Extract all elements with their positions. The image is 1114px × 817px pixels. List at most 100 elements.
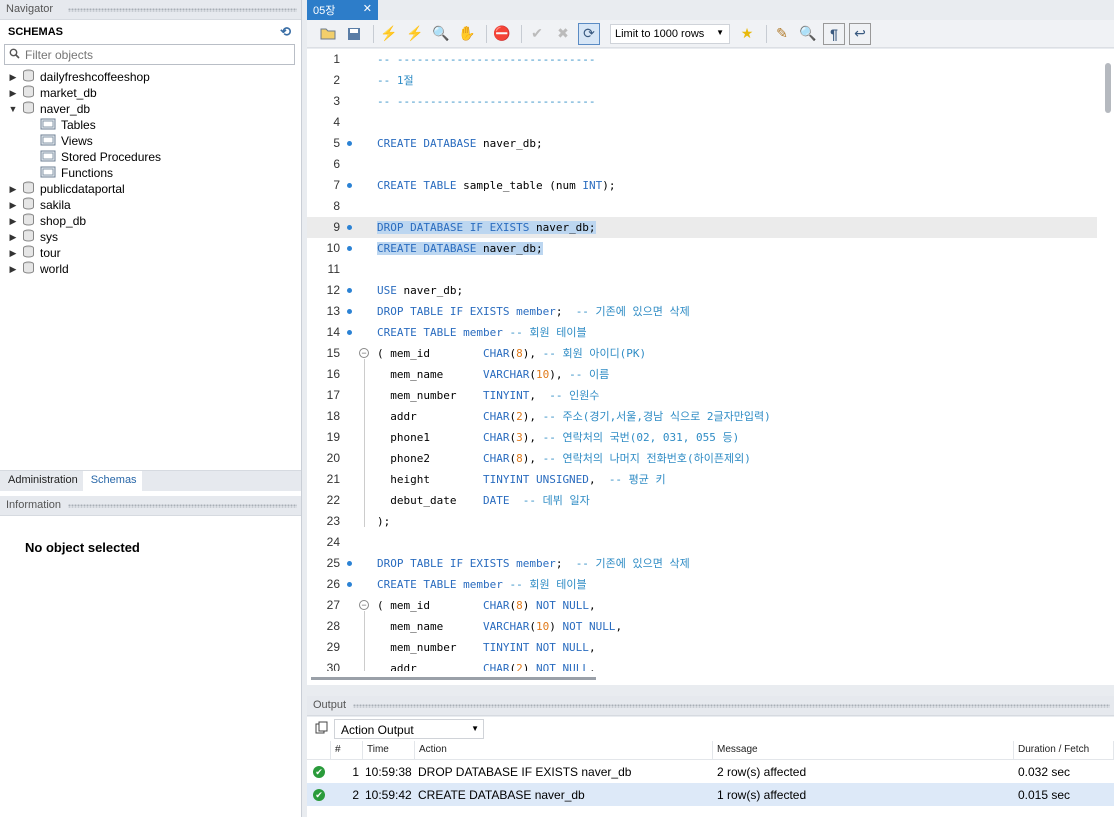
code-line[interactable]: 5 CREATE DATABASE naver_db; xyxy=(307,133,1097,154)
separator xyxy=(766,24,767,43)
code-line[interactable]: 25 DROP TABLE IF EXISTS member; -- 기존에 있으… xyxy=(307,553,1097,574)
code-line[interactable]: 19 phone1 CHAR(3), -- 연락처의 국번(02, 031, 0… xyxy=(307,427,1097,448)
limit-rows-select[interactable]: Limit to 1000 rows ▼ xyxy=(610,23,730,44)
chevron-right-icon[interactable]: ▶ xyxy=(8,200,18,211)
code-line[interactable]: 4 xyxy=(307,112,1097,133)
code-line[interactable]: 20 phone2 CHAR(8), -- 연락처의 나머지 전화번호(하이픈제… xyxy=(307,448,1097,469)
copy-icon[interactable] xyxy=(315,721,328,737)
save-icon[interactable] xyxy=(343,23,365,45)
schema-child-item[interactable]: Functions xyxy=(0,165,301,181)
line-number: 5 xyxy=(333,136,340,150)
chevron-right-icon[interactable]: ▶ xyxy=(8,216,18,227)
folder-icon xyxy=(40,133,61,149)
tab-administration[interactable]: Administration xyxy=(0,471,83,491)
code-line[interactable]: 15 −( mem_id CHAR(8), -- 회원 아이디(PK) xyxy=(307,343,1097,364)
find-icon[interactable]: 🔍 xyxy=(797,23,819,45)
chevron-right-icon[interactable]: ▶ xyxy=(8,88,18,99)
code-line[interactable]: 2 -- 1절 xyxy=(307,70,1097,91)
output-type-select[interactable]: Action Output ▼ xyxy=(334,719,484,739)
schema-item[interactable]: ▼ naver_db xyxy=(0,101,301,117)
column-header-number[interactable]: # xyxy=(331,741,363,759)
schema-item[interactable]: ▶ dailyfreshcoffeeshop xyxy=(0,69,301,85)
schema-item[interactable]: ▶ market_db xyxy=(0,85,301,101)
output-row[interactable]: ✔ 1 10:59:38 DROP DATABASE IF EXISTS naver_… xyxy=(307,760,1114,783)
output-row[interactable]: ✔ 2 10:59:42 CREATE DATABASE naver_db 1 row(… xyxy=(307,783,1114,806)
scrollbar-thumb[interactable] xyxy=(1105,63,1111,113)
open-folder-icon[interactable] xyxy=(317,23,339,45)
fold-toggle-icon[interactable]: − xyxy=(359,600,369,610)
chevron-right-icon[interactable]: ▶ xyxy=(8,184,18,195)
chevron-right-icon[interactable]: ▶ xyxy=(8,248,18,259)
column-header-message[interactable]: Message xyxy=(713,741,1014,759)
close-icon[interactable]: ✕ xyxy=(363,2,372,15)
schema-item[interactable]: ▶ tour xyxy=(0,245,301,261)
schema-item[interactable]: ▶ world xyxy=(0,261,301,277)
column-header-action[interactable]: Action xyxy=(415,741,713,759)
schema-child-item[interactable]: Tables xyxy=(0,117,301,133)
wrap-lines-icon[interactable]: ↩ xyxy=(849,22,871,45)
editor-vertical-scrollbar[interactable] xyxy=(1102,49,1114,671)
chevron-right-icon[interactable]: ▶ xyxy=(8,72,18,83)
column-header-time[interactable]: Time xyxy=(363,741,415,759)
code-line[interactable]: 28 mem_name VARCHAR(10) NOT NULL, xyxy=(307,616,1097,637)
execute-lightning-icon[interactable]: ⚡ xyxy=(378,23,400,45)
invisible-chars-icon[interactable]: ¶ xyxy=(823,22,845,45)
code-line[interactable]: 30 addr CHAR(2) NOT NULL, xyxy=(307,658,1097,671)
filter-input[interactable] xyxy=(25,47,285,62)
schema-item[interactable]: ▶ shop_db xyxy=(0,213,301,229)
refresh-icon[interactable]: ⟲ xyxy=(280,24,291,40)
line-number: 28 xyxy=(326,619,340,633)
schema-item[interactable]: ▶ publicdataportal xyxy=(0,181,301,197)
schema-item[interactable]: ▶ sys xyxy=(0,229,301,245)
stop-hand-icon[interactable]: ✋ xyxy=(456,23,478,45)
code-text: DROP TABLE IF EXISTS member; -- 기존에 있으면 … xyxy=(377,557,690,570)
code-line[interactable]: 13 DROP TABLE IF EXISTS member; -- 기존에 있으… xyxy=(307,301,1097,322)
editor-horizontal-scrollbar[interactable] xyxy=(307,671,1114,685)
explain-magnifier-icon[interactable]: 🔍 xyxy=(430,23,452,45)
fold-toggle-icon[interactable]: − xyxy=(359,348,369,358)
add-snippet-star-icon[interactable]: ★ xyxy=(736,23,758,45)
scrollbar-thumb[interactable] xyxy=(311,677,596,680)
code-line[interactable]: 27 −( mem_id CHAR(8) NOT NULL, xyxy=(307,595,1097,616)
chevron-right-icon[interactable]: ▶ xyxy=(8,232,18,243)
tab-schemas[interactable]: Schemas xyxy=(82,471,142,491)
code-line[interactable]: 16 mem_name VARCHAR(10), -- 이름 xyxy=(307,364,1097,385)
sql-editor[interactable]: 1 -- ------------------------------ 2 -- 1절… xyxy=(307,49,1114,671)
code-line[interactable]: 7 CREATE TABLE sample_table (num INT); xyxy=(307,175,1097,196)
code-text: CREATE DATABASE naver_db; xyxy=(377,137,543,150)
code-line[interactable]: 6 xyxy=(307,154,1097,175)
code-line[interactable]: 22 debut_date DATE -- 데뷔 일자 xyxy=(307,490,1097,511)
code-line[interactable]: 1 -- ------------------------------ xyxy=(307,49,1097,70)
code-line[interactable]: 29 mem_number TINYINT NOT NULL, xyxy=(307,637,1097,658)
toggle-error-icon[interactable]: ⛔ xyxy=(491,23,513,45)
code-line[interactable]: 10 CREATE DATABASE naver_db; xyxy=(307,238,1097,259)
autocommit-icon[interactable]: ⟳ xyxy=(578,22,600,45)
code-line[interactable]: 14 CREATE TABLE member -- 회원 테이블 xyxy=(307,322,1097,343)
chevron-right-icon[interactable]: ▶ xyxy=(8,264,18,275)
grip-handle xyxy=(68,8,297,12)
code-line[interactable]: 18 addr CHAR(2), -- 주소(경기,서울,경남 식으로 2글자만… xyxy=(307,406,1097,427)
code-line[interactable]: 17 mem_number TINYINT, -- 인원수 xyxy=(307,385,1097,406)
code-line[interactable]: 21 height TINYINT UNSIGNED, -- 평균 키 xyxy=(307,469,1097,490)
code-line[interactable]: 9 DROP DATABASE IF EXISTS naver_db; xyxy=(307,217,1097,238)
code-line[interactable]: 23); xyxy=(307,511,1097,532)
code-line[interactable]: 24 xyxy=(307,532,1097,553)
row-number: 1 xyxy=(352,764,359,779)
rollback-icon[interactable]: ✖ xyxy=(552,23,574,45)
code-line[interactable]: 8 xyxy=(307,196,1097,217)
schema-item[interactable]: ▶ sakila xyxy=(0,197,301,213)
code-line[interactable]: 26 CREATE TABLE member -- 회원 테이블 xyxy=(307,574,1097,595)
schema-child-item[interactable]: Stored Procedures xyxy=(0,149,301,165)
column-header-duration[interactable]: Duration / Fetch xyxy=(1014,741,1114,759)
schema-child-item[interactable]: Views xyxy=(0,133,301,149)
folder-icon xyxy=(40,117,61,133)
beautify-brush-icon[interactable]: ✎ xyxy=(771,23,793,45)
commit-icon[interactable]: ✔ xyxy=(526,23,548,45)
code-line[interactable]: 11 xyxy=(307,259,1097,280)
code-line[interactable]: 3 -- ------------------------------ xyxy=(307,91,1097,112)
query-tab[interactable]: 05장 ✕ xyxy=(307,0,378,20)
execute-current-icon[interactable]: ⚡ xyxy=(404,23,426,45)
code-line[interactable]: 12 USE naver_db; xyxy=(307,280,1097,301)
chevron-down-icon[interactable]: ▼ xyxy=(8,104,18,114)
code-text: USE naver_db; xyxy=(377,284,464,297)
